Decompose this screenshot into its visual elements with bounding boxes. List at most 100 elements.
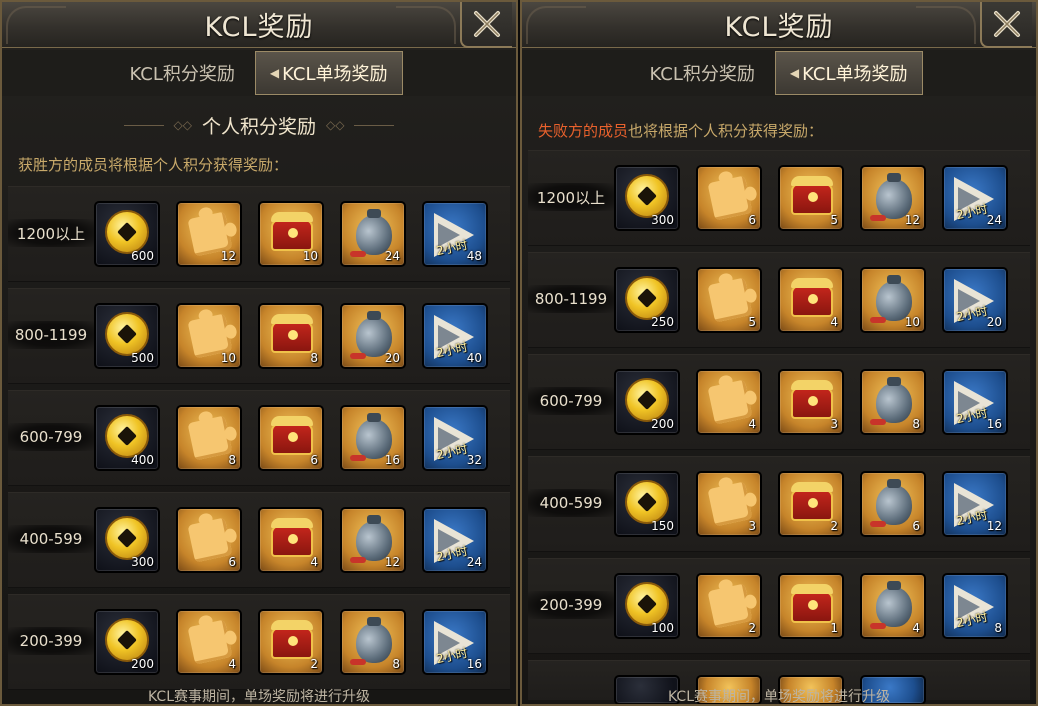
item-quantity: 8 [912,417,920,431]
item-quantity: 24 [986,213,1002,227]
reward-slot-puzzle[interactable]: 6 [696,165,762,231]
reward-slot-chest[interactable]: 5 [778,165,844,231]
reward-slot-exp-flag[interactable]: 2小时 24 [422,507,488,573]
item-quantity: 3 [748,519,756,533]
item-quantity: 400 [131,453,154,467]
reward-slot-exp-flag[interactable]: 2小时 16 [942,369,1008,435]
panel-title: KCL奖励 [204,12,314,43]
item-quantity: 2 [310,657,318,671]
reward-slot-bag[interactable]: 4 [860,573,926,639]
puzzle-piece-icon [707,379,753,425]
reward-slot-chest[interactable]: 10 [258,201,324,267]
reward-slot-coin[interactable]: 600 [94,201,160,267]
reward-slot-puzzle[interactable]: 3 [696,471,762,537]
reward-slot-puzzle[interactable]: 2 [696,573,762,639]
reward-slot-coin[interactable]: 300 [614,165,680,231]
reward-slot-puzzle[interactable]: 4 [176,609,242,675]
reward-slot-puzzle[interactable]: 6 [176,507,242,573]
reward-slot-bag[interactable]: 10 [860,267,926,333]
tab-kcl-points-reward[interactable]: KCL积分奖励 [115,51,248,95]
reward-slot-chest[interactable]: 8 [258,303,324,369]
tab-kcl-match-reward[interactable]: ◀ KCL单场奖励 [254,51,403,95]
item-quantity: 6 [748,213,756,227]
reward-slot-puzzle[interactable]: 10 [176,303,242,369]
reward-slot-bag[interactable]: 8 [860,369,926,435]
reward-row: 800-1199 250 5 4 10 2小时 20 [528,252,1030,348]
reward-slot-puzzle[interactable]: 5 [696,267,762,333]
section-heading-text: 个人积分奖励 [201,115,316,138]
puzzle-piece-icon [707,481,753,527]
reward-slot-exp-flag[interactable]: 2小时 20 [942,267,1008,333]
reward-slot-coin[interactable]: 200 [614,369,680,435]
panel-title: KCL奖励 [724,12,834,43]
gold-coin-icon [625,276,669,320]
score-range-label: 800-1199 [8,321,94,349]
tab-label: KCL单场奖励 [282,64,388,85]
item-quantity: 3 [830,417,838,431]
reward-slot-exp-flag[interactable]: 2小时 24 [942,165,1008,231]
reward-slot-coin[interactable]: 200 [94,609,160,675]
close-icon [474,11,500,37]
item-quantity: 6 [912,519,920,533]
treasure-chest-icon [271,416,313,455]
reward-slot-coin[interactable]: 500 [94,303,160,369]
item-quantity: 250 [651,315,674,329]
reward-slot-bag[interactable]: 16 [340,405,406,471]
treasure-chest-icon [791,584,833,623]
reward-slot-bag[interactable]: 20 [340,303,406,369]
intro-text: 获胜方的成员将根据个人积分获得奖励： [18,156,289,174]
reward-slot-puzzle[interactable]: 8 [176,405,242,471]
reward-slot-bag[interactable]: 6 [860,471,926,537]
item-quantity: 5 [830,213,838,227]
reward-slot-coin[interactable]: 100 [614,573,680,639]
reward-slot-puzzle[interactable]: 12 [176,201,242,267]
reward-slot-chest[interactable]: 2 [258,609,324,675]
close-button[interactable] [460,2,512,48]
footer-note: KCL赛事期间，单场奖励将进行升级 [668,689,890,705]
reward-panel-winners: KCL奖励 KCL积分奖励 ◀ KCL单场奖励 ◇◇ 个人积分奖励 ◇◇ 获胜方的… [0,0,518,706]
item-quantity: 10 [904,315,920,329]
reward-slot-coin[interactable]: 400 [94,405,160,471]
reward-slot-bag[interactable]: 12 [340,507,406,573]
gold-coin-icon [625,378,669,422]
close-button[interactable] [980,2,1032,48]
reward-slot-coin[interactable]: 150 [614,471,680,537]
item-quantity: 24 [384,249,400,263]
item-quantity: 1 [830,621,838,635]
item-quantity: 48 [466,249,482,263]
reward-row: 1200以上 300 6 5 12 2小时 24 [528,150,1030,246]
item-quantity: 8 [392,657,400,671]
treasure-chest-icon [791,278,833,317]
reward-slot-coin[interactable]: 250 [614,267,680,333]
ornament-icon: ◇◇ [326,118,345,132]
item-quantity: 300 [651,213,674,227]
score-range-label: 400-599 [8,525,94,553]
tab-kcl-points-reward[interactable]: KCL积分奖励 [635,51,768,95]
reward-slot-coin[interactable]: 300 [94,507,160,573]
item-quantity: 4 [310,555,318,569]
reward-slot-bag[interactable]: 8 [340,609,406,675]
reward-slot-chest[interactable]: 4 [258,507,324,573]
intro-rest: 也将根据个人积分获得奖励： [628,122,824,140]
reward-slot-bag[interactable]: 24 [340,201,406,267]
reward-slot-exp-flag[interactable]: 2小时 32 [422,405,488,471]
reward-slot-exp-flag[interactable]: 2小时 40 [422,303,488,369]
reward-slot-chest[interactable]: 4 [778,267,844,333]
reward-slot-exp-flag[interactable]: 2小时 16 [422,609,488,675]
tab-kcl-match-reward[interactable]: ◀ KCL单场奖励 [774,51,923,95]
close-icon [994,11,1020,37]
reward-slot-chest[interactable]: 2 [778,471,844,537]
reward-slot-chest[interactable]: 3 [778,369,844,435]
reward-slot-exp-flag[interactable]: 2小时 48 [422,201,488,267]
reward-slot-exp-flag[interactable]: 2小时 12 [942,471,1008,537]
reward-slot-puzzle[interactable]: 4 [696,369,762,435]
item-quantity: 12 [384,555,400,569]
score-range-label: 600-799 [8,423,94,451]
reward-slot-chest[interactable]: 6 [258,405,324,471]
reward-row: 400-599 300 6 4 12 2小时 24 [8,492,510,588]
reward-slot-bag[interactable]: 12 [860,165,926,231]
reward-slot-chest[interactable]: 1 [778,573,844,639]
reward-row: 400-599 150 3 2 6 2小时 12 [528,456,1030,552]
item-quantity: 2 [748,621,756,635]
reward-slot-exp-flag[interactable]: 2小时 8 [942,573,1008,639]
